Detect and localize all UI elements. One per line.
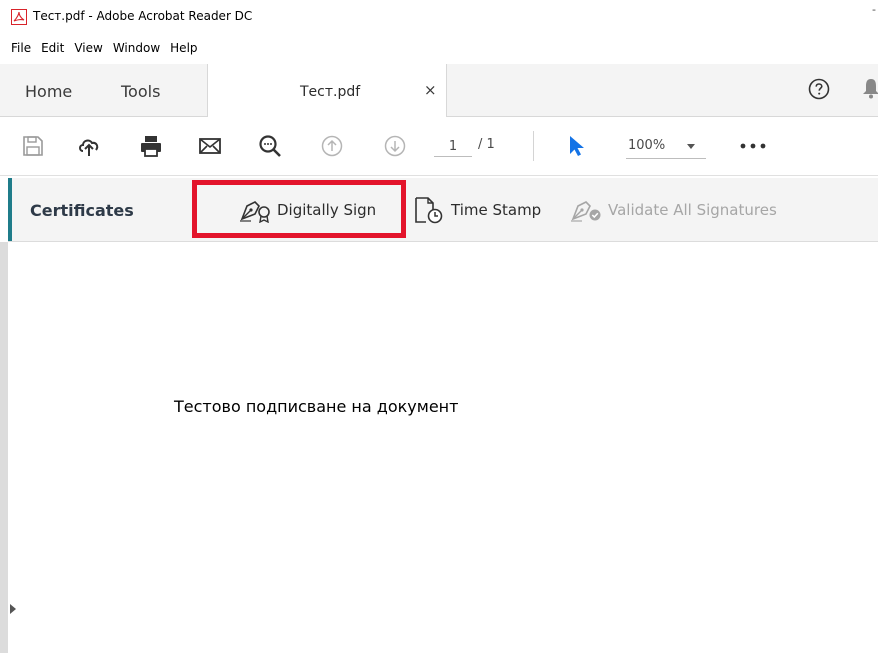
tab-close-button[interactable]: ×: [424, 81, 437, 99]
tab-home[interactable]: Home: [25, 82, 72, 101]
print-icon[interactable]: [139, 134, 163, 158]
page-number-input[interactable]: [434, 136, 472, 157]
title-bar: Тест.pdf - Adobe Acrobat Reader DC -: [0, 0, 878, 34]
upload-icon[interactable]: [77, 134, 101, 158]
menu-help[interactable]: Help: [170, 36, 207, 60]
mail-icon[interactable]: [198, 134, 222, 158]
certificates-accent: [8, 178, 12, 241]
time-stamp-button[interactable]: Time Stamp: [413, 196, 541, 224]
more-icon[interactable]: [740, 143, 766, 149]
validate-all-signatures-label: Validate All Signatures: [608, 201, 777, 219]
tab-document-label: Тест.pdf: [300, 84, 361, 100]
time-stamp-icon: [415, 197, 443, 224]
menu-edit[interactable]: Edit: [41, 36, 74, 60]
page-down-icon[interactable]: [383, 134, 407, 158]
zoom-value: 100%: [628, 138, 666, 153]
tab-strip: Home Tools Тест.pdf ×: [0, 64, 878, 117]
menu-window[interactable]: Window: [113, 36, 170, 60]
save-icon[interactable]: [21, 134, 45, 158]
find-icon[interactable]: [258, 134, 282, 158]
menu-file[interactable]: File: [0, 36, 41, 60]
zoom-dropdown[interactable]: 100%: [626, 134, 706, 159]
digitally-sign-button[interactable]: Digitally Sign: [239, 196, 376, 224]
left-panel-rail: [0, 242, 8, 653]
toolbar: / 1 100%: [0, 117, 878, 176]
time-stamp-label: Time Stamp: [451, 201, 542, 219]
page-total: / 1: [478, 137, 495, 152]
digital-sign-icon: [240, 201, 270, 223]
acrobat-icon: [11, 9, 27, 25]
page-up-icon[interactable]: [320, 134, 344, 158]
certificates-title: Certificates: [30, 201, 134, 220]
toolbar-divider: [533, 131, 534, 161]
bell-icon[interactable]: [862, 77, 878, 99]
window-title-dash: -: [872, 3, 876, 16]
menu-view[interactable]: View: [74, 36, 112, 60]
window-title: Тест.pdf - Adobe Acrobat Reader DC: [33, 9, 253, 23]
certificates-toolbar: Certificates Digitally Sign Time Stamp V…: [8, 178, 878, 242]
validate-all-signatures-button[interactable]: Validate All Signatures: [570, 196, 777, 224]
validate-signatures-icon: [571, 201, 601, 222]
document-text: Тестово подписване на документ: [174, 397, 459, 416]
menu-bar: File Edit View Window Help: [0, 36, 208, 60]
help-icon[interactable]: [808, 78, 830, 100]
tab-document[interactable]: Тест.pdf ×: [207, 64, 447, 117]
document-page: [24, 242, 878, 653]
digitally-sign-label: Digitally Sign: [277, 201, 377, 219]
tab-tools[interactable]: Tools: [121, 82, 160, 101]
chevron-down-icon: [687, 144, 695, 149]
select-arrow-icon[interactable]: [565, 134, 589, 158]
expand-panel-icon[interactable]: [10, 604, 16, 614]
